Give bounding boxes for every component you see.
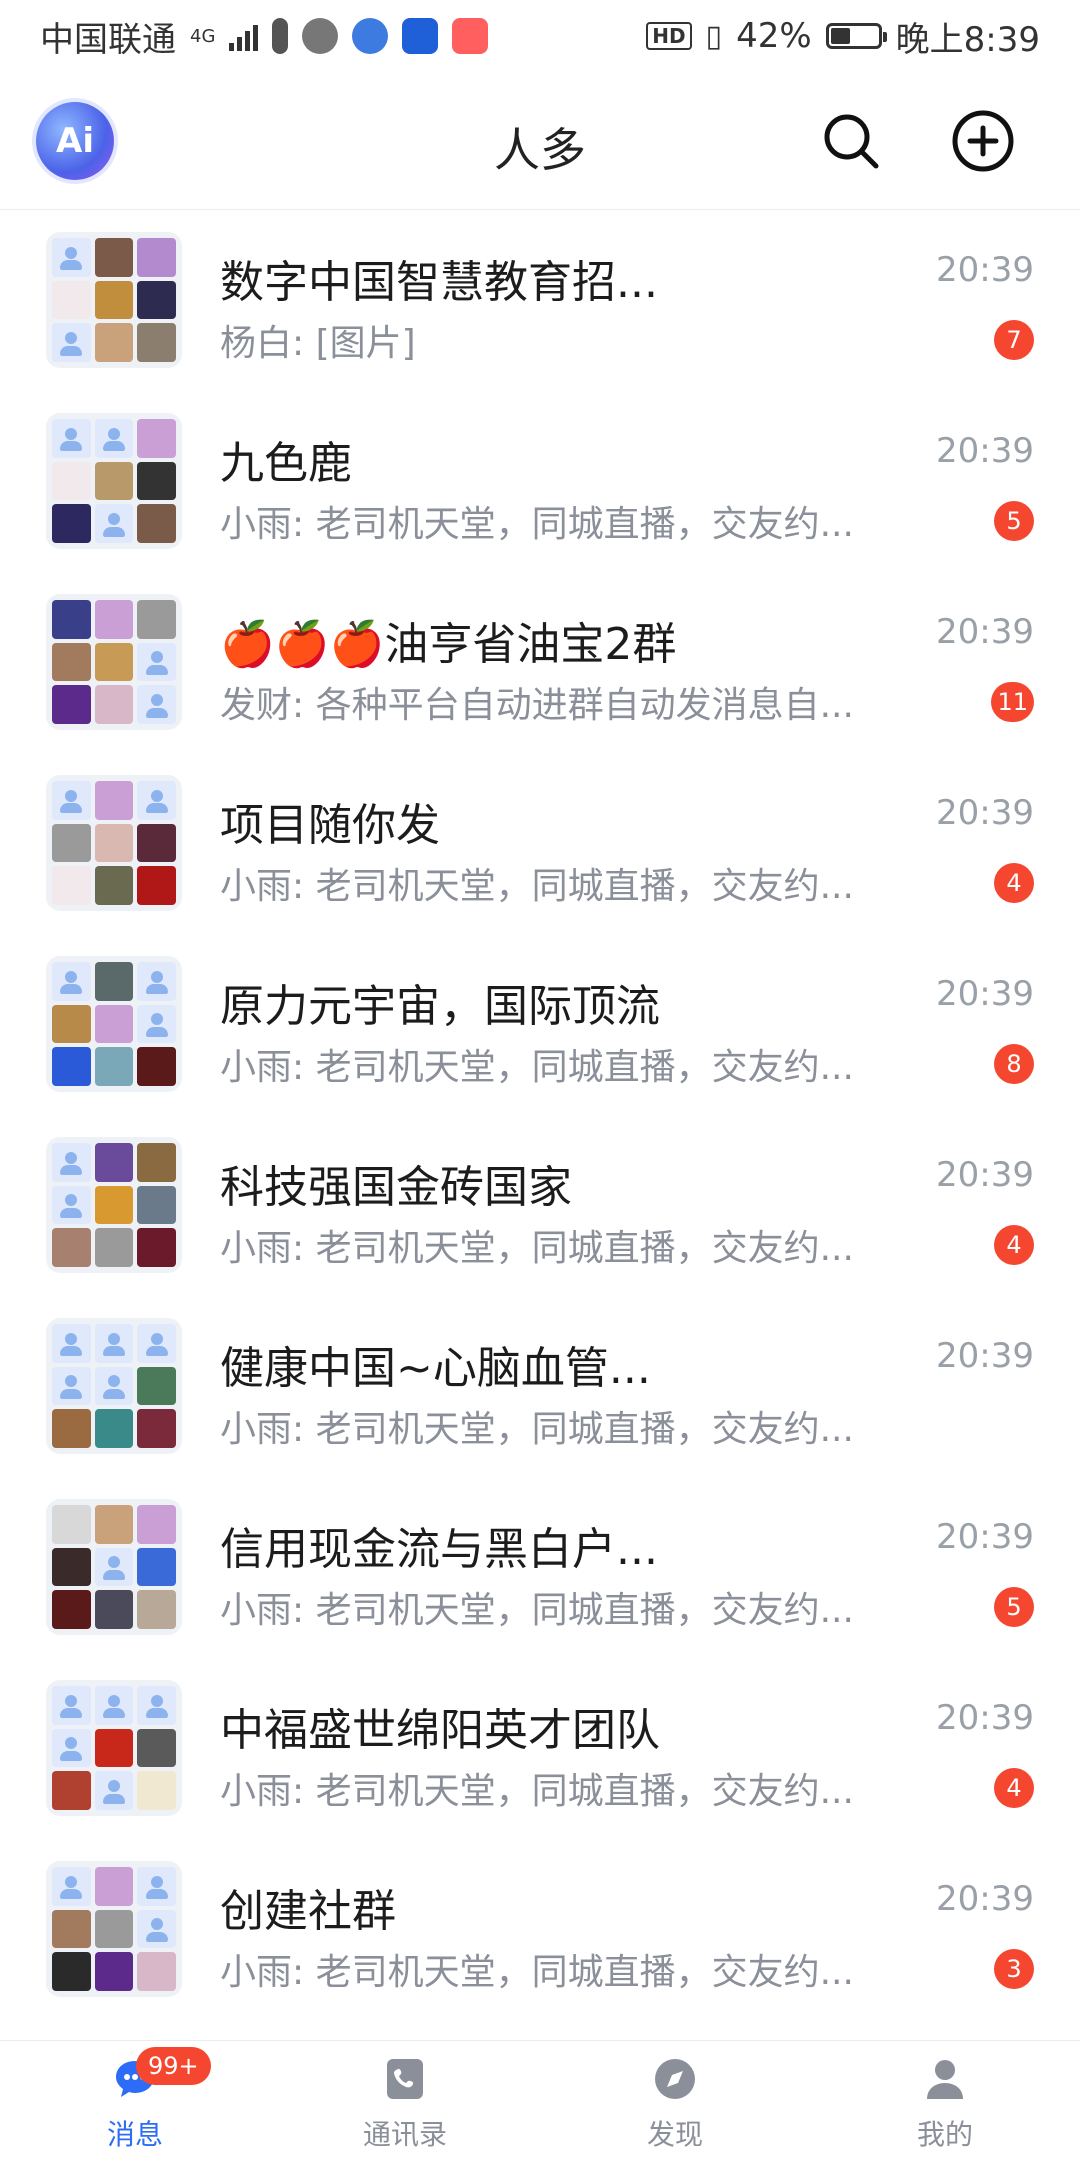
- compass-icon: [655, 2059, 695, 2099]
- nav-me[interactable]: 我的: [810, 2041, 1080, 2161]
- chat-name: 九色鹿: [220, 438, 352, 489]
- chat-row[interactable]: 数字中国智慧教育招... 杨白: [图片] 20:39 7: [0, 212, 1080, 393]
- chat-preview: 小雨: 老司机天堂，同城直播，交友约...: [220, 504, 854, 545]
- battery-icon: [825, 23, 887, 49]
- profile-icon: [927, 2060, 963, 2099]
- unread-badge: 4: [994, 1225, 1034, 1265]
- status-bar: 中国联通 4G HD ▯ 42% 晚上8:39: [0, 0, 1080, 72]
- vibrate-icon: ▯: [705, 18, 723, 54]
- chat-row[interactable]: 项目随你发 小雨: 老司机天堂，同城直播，交友约... 20:39 4: [0, 755, 1080, 936]
- chat-time: 20:39: [936, 1517, 1034, 1557]
- nav-messages-label: 消息: [106, 2118, 163, 2151]
- chat-name: 🍎🍎🍎油亨省油宝2群: [220, 619, 677, 670]
- chat-name: 数字中国智慧教育招...: [220, 257, 658, 308]
- chat-row[interactable]: 信用现金流与黑白户... 小雨: 老司机天堂，同城直播，交友约... 20:39…: [0, 1479, 1080, 1660]
- bulb-app-icon: [402, 18, 439, 54]
- unread-badge: 7: [994, 320, 1034, 360]
- bottom-nav: 消息 99+ 通讯录 发现 我的: [0, 2040, 1080, 2161]
- clock: 晚上8:39: [895, 19, 1040, 60]
- group-avatar: [46, 956, 182, 1092]
- chat-time: 20:39: [936, 1155, 1034, 1195]
- unread-badge: 4: [994, 863, 1034, 903]
- chat-time: 20:39: [936, 431, 1034, 471]
- nav-discover-label: 发现: [646, 2118, 703, 2151]
- group-avatar: [46, 1318, 182, 1454]
- chat-preview: 小雨: 老司机天堂，同城直播，交友约...: [220, 1771, 854, 1812]
- nav-messages[interactable]: 消息 99+: [0, 2041, 270, 2161]
- group-avatar: [46, 1499, 182, 1635]
- unread-badge: 11: [991, 682, 1034, 722]
- chat-list: 数字中国智慧教育招... 杨白: [图片] 20:39 7 九色鹿 小雨: 老司…: [0, 212, 1080, 2022]
- chat-preview: 小雨: 老司机天堂，同城直播，交友约...: [220, 1409, 854, 1450]
- unread-badge: 4: [994, 1768, 1034, 1808]
- group-avatar: [46, 232, 182, 368]
- group-avatar: [46, 1680, 182, 1816]
- chat-preview: 小雨: 老司机天堂，同城直播，交友约...: [220, 1952, 854, 1993]
- nav-me-label: 我的: [916, 2118, 973, 2151]
- wechat-icon: [302, 18, 339, 54]
- group-avatar: [46, 594, 182, 730]
- chat-row[interactable]: 科技强国金砖国家 小雨: 老司机天堂，同城直播，交友约... 20:39 4: [0, 1117, 1080, 1298]
- chat-preview: 小雨: 老司机天堂，同城直播，交友约...: [220, 1047, 854, 1088]
- chat-name: 科技强国金砖国家: [220, 1162, 572, 1213]
- group-avatar: [46, 413, 182, 549]
- page-title: 人多: [494, 123, 586, 177]
- chat-row[interactable]: 创建社群 小雨: 老司机天堂，同城直播，交友约... 20:39 3: [0, 1841, 1080, 2022]
- shop-app-icon: [452, 18, 489, 54]
- add-icon[interactable]: [950, 108, 1016, 174]
- chat-time: 20:39: [936, 612, 1034, 652]
- chat-preview: 杨白: [图片]: [220, 323, 416, 364]
- nav-contacts-label: 通讯录: [362, 2118, 447, 2151]
- app-header: Ai 人多: [0, 72, 1080, 210]
- chat-preview: 小雨: 老司机天堂，同城直播，交友约...: [220, 866, 854, 907]
- chat-name: 原力元宇宙，国际顶流: [220, 981, 660, 1032]
- nav-contacts[interactable]: 通讯录: [270, 2041, 540, 2161]
- chat-name: 中福盛世绵阳英才团队: [220, 1705, 660, 1756]
- chat-time: 20:39: [936, 250, 1034, 290]
- chat-preview: 小雨: 老司机天堂，同城直播，交友约...: [220, 1228, 854, 1269]
- battery-percent: 42%: [736, 16, 812, 56]
- alert-icon: [272, 18, 289, 54]
- browser-icon: [352, 18, 389, 54]
- chat-preview: 发财: 各种平台自动进群自动发消息自...: [220, 685, 854, 726]
- nav-discover[interactable]: 发现: [540, 2041, 810, 2161]
- unread-badge: 8: [994, 1044, 1034, 1084]
- chat-row[interactable]: 九色鹿 小雨: 老司机天堂，同城直播，交友约... 20:39 5: [0, 393, 1080, 574]
- search-icon[interactable]: [818, 108, 884, 174]
- chat-name: 项目随你发: [220, 800, 440, 851]
- group-avatar: [46, 1137, 182, 1273]
- contacts-icon: [387, 2059, 423, 2099]
- carrier-label: 中国联通: [40, 19, 176, 60]
- chat-name: 创建社群: [220, 1886, 396, 1937]
- network-label: 4G: [190, 25, 216, 47]
- chat-row[interactable]: 🍎🍎🍎油亨省油宝2群 发财: 各种平台自动进群自动发消息自... 20:39 1…: [0, 574, 1080, 755]
- hd-badge: HD: [646, 22, 692, 50]
- unread-badge: 5: [994, 1587, 1034, 1627]
- chat-time: 20:39: [936, 1879, 1034, 1919]
- chat-row[interactable]: 中福盛世绵阳英才团队 小雨: 老司机天堂，同城直播，交友约... 20:39 4: [0, 1660, 1080, 1841]
- chat-time: 20:39: [936, 793, 1034, 833]
- group-avatar: [46, 1861, 182, 1997]
- chat-name: 健康中国~心脑血管...: [220, 1343, 651, 1394]
- chat-row[interactable]: 原力元宇宙，国际顶流 小雨: 老司机天堂，同城直播，交友约... 20:39 8: [0, 936, 1080, 1117]
- chat-row[interactable]: 健康中国~心脑血管... 小雨: 老司机天堂，同城直播，交友约... 20:39: [0, 1298, 1080, 1479]
- chat-preview: 小雨: 老司机天堂，同城直播，交友约...: [220, 1590, 854, 1631]
- chat-time: 20:39: [936, 1336, 1034, 1376]
- unread-badge: 3: [994, 1949, 1034, 1989]
- chat-time: 20:39: [936, 1698, 1034, 1738]
- chat-time: 20:39: [936, 974, 1034, 1014]
- chat-name: 信用现金流与黑白户...: [220, 1524, 658, 1575]
- messages-badge: 99+: [136, 2047, 211, 2085]
- group-avatar: [46, 775, 182, 911]
- unread-badge: 5: [994, 501, 1034, 541]
- signal-icon: [229, 21, 259, 51]
